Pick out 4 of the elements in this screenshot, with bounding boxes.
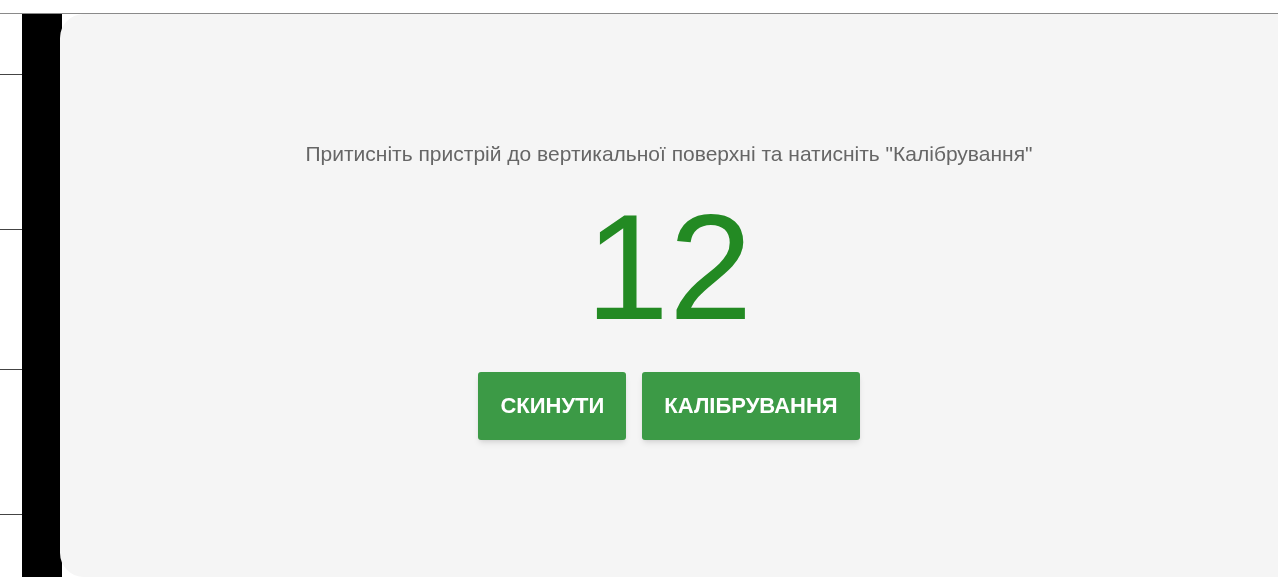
instruction-text: Притисніть пристрій до вертикальної поверхні та натисніть "Калібрування" xyxy=(305,141,1033,167)
action-button[interactable]: КАЛІБРУВАННЯ xyxy=(642,371,860,440)
reading-value: 12 xyxy=(585,191,753,342)
action-button[interactable]: СКИНУТИ xyxy=(478,371,627,440)
